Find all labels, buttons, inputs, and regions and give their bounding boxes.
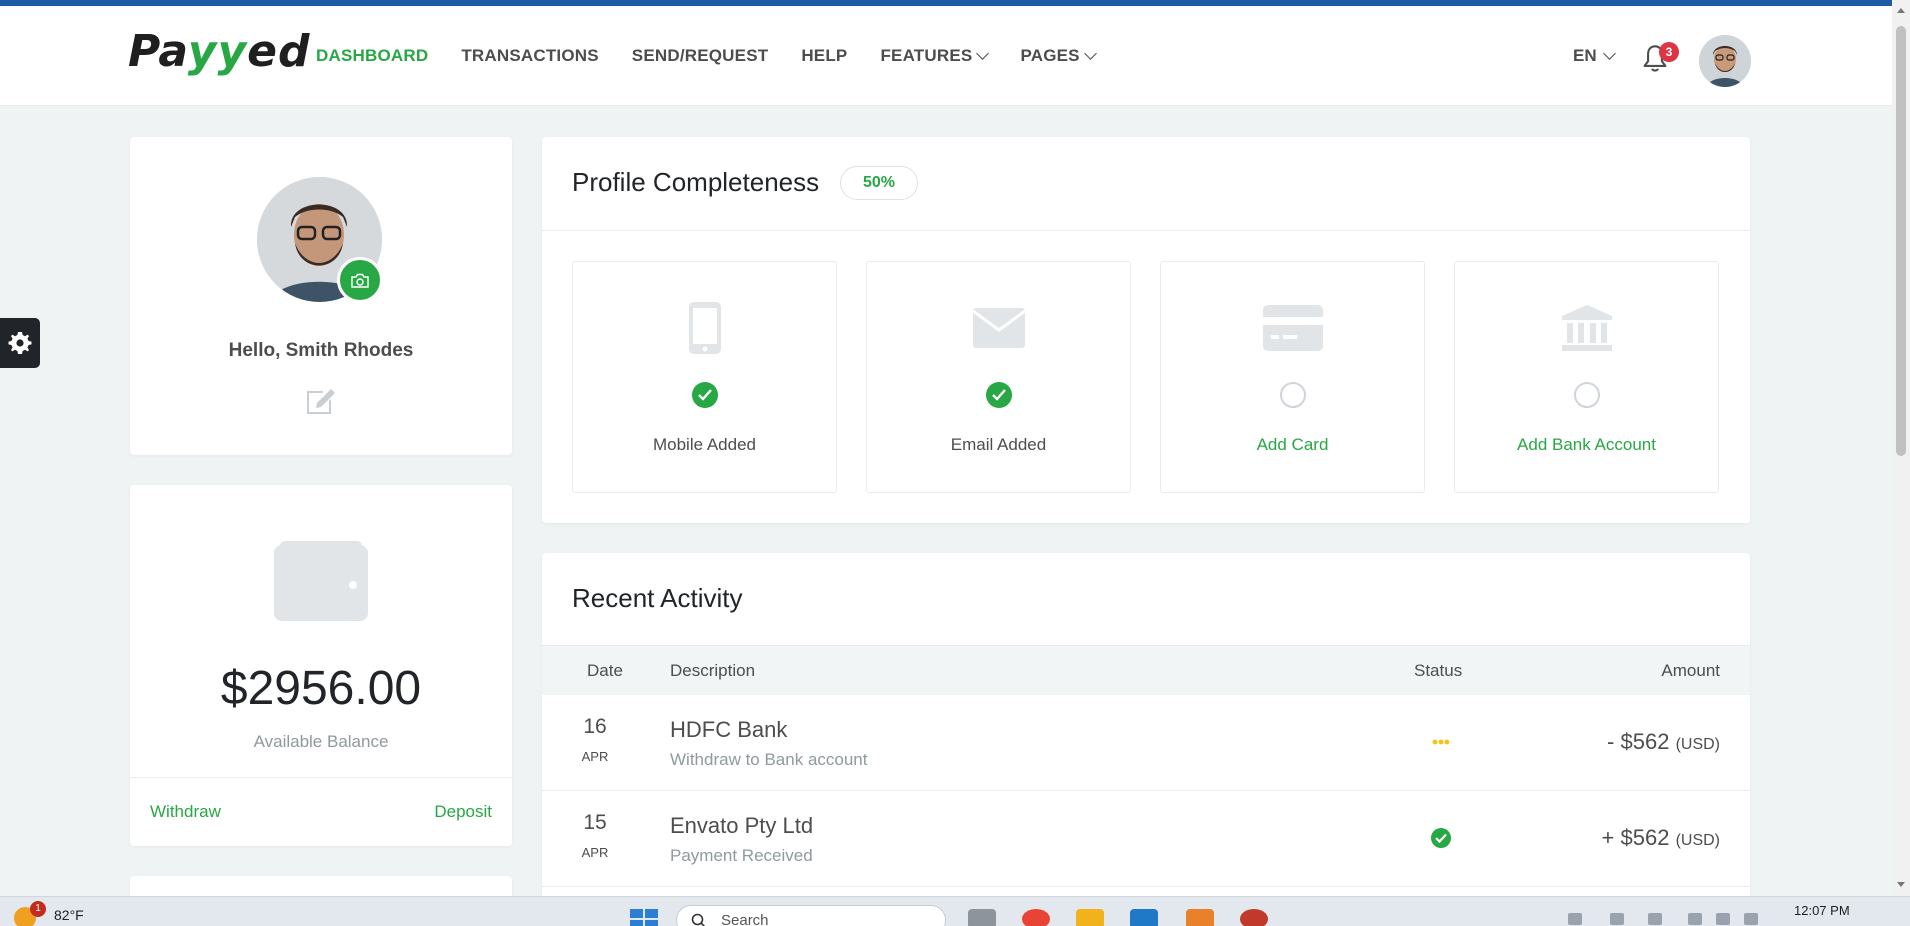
step-label: Mobile Added (652, 435, 757, 454)
transaction-description: Payment Received (670, 846, 813, 865)
step-mobile: Mobile Added (572, 261, 837, 493)
settings-toggle[interactable] (0, 318, 40, 368)
scrollbar-thumb[interactable] (1896, 26, 1906, 456)
tray-chevron-icon[interactable] (1568, 913, 1582, 925)
column-header-description: Description (670, 661, 756, 680)
transaction-day: 16 (583, 715, 607, 738)
transaction-amount: - $562 (USD) (1607, 729, 1720, 754)
completed-status-icon (1431, 828, 1451, 848)
available-balance-amount: $2956.00 (220, 662, 422, 715)
withdraw-link[interactable]: Withdraw (150, 802, 221, 822)
windows-start-icon[interactable] (630, 909, 658, 926)
balance-card: $2956.00 Available Balance Withdraw Depo… (130, 485, 512, 846)
gear-icon (8, 332, 32, 354)
language-selector[interactable]: EN (1573, 46, 1616, 66)
nav-features[interactable]: FEATURES (880, 46, 990, 66)
column-header-status: Status (1414, 661, 1463, 680)
check-circle-icon (985, 382, 1012, 408)
tray-app-icon[interactable] (1610, 913, 1624, 925)
tray-sync-icon[interactable] (1648, 913, 1662, 925)
chevron-down-icon (1602, 47, 1616, 60)
weather-badge: 1 (30, 901, 46, 917)
notification-count-badge: 3 (1659, 42, 1679, 62)
deposit-link[interactable]: Deposit (434, 802, 492, 822)
step-label: Email Added (950, 435, 1047, 454)
transaction-description: Withdraw to Bank account (670, 750, 868, 769)
site-header: Payyed DASHBOARD TRANSACTIONS SEND/REQUE… (0, 6, 1892, 106)
edit-icon[interactable] (305, 385, 337, 415)
empty-circle-icon (1573, 382, 1600, 408)
mobile-icon (688, 302, 721, 354)
transaction-day: 15 (583, 811, 607, 834)
wifi-icon[interactable] (1688, 913, 1702, 925)
profile-card: Hello, Smith Rhodes (130, 137, 512, 455)
divider (542, 230, 1750, 231)
transaction-name: Envato Pty Ltd (670, 813, 814, 838)
user-greeting: Hello, Smith Rhodes (228, 340, 414, 361)
empty-circle-icon (1279, 382, 1306, 408)
vscode-icon[interactable] (1130, 909, 1158, 926)
taskbar-search-placeholder: Search (721, 912, 769, 926)
add-bank-account-link[interactable]: Add Bank Account (1455, 435, 1718, 455)
weather-temperature[interactable]: 82°F (54, 907, 84, 923)
user-avatar[interactable] (1699, 35, 1751, 87)
transaction-amount: + $562 (USD) (1601, 825, 1720, 850)
transaction-month: APR (581, 845, 609, 860)
chevron-down-icon (976, 47, 990, 60)
nav-help[interactable]: HELP (801, 46, 847, 66)
transaction-name: HDFC Bank (670, 717, 788, 742)
nav-transactions[interactable]: TRANSACTIONS (461, 46, 598, 66)
battery-icon[interactable] (1744, 913, 1758, 925)
activity-table-header: Date Description Status Amount (542, 645, 1750, 695)
profile-completeness-title: Profile Completeness (572, 167, 820, 197)
completeness-percent-badge: 50% (840, 166, 918, 200)
task-view-icon[interactable] (968, 909, 996, 926)
profile-completeness-card: Profile Completeness 50% Mobile Added Em… (542, 137, 1750, 523)
os-taskbar: 1 82°F Search 12:07 PM (0, 896, 1910, 926)
wallet-icon (274, 541, 368, 621)
taskbar-clock[interactable]: 12:07 PM (1794, 903, 1850, 918)
recent-activity-card: Recent Activity Date Description Status … (542, 553, 1750, 926)
divider (130, 777, 512, 778)
app-icon[interactable] (1186, 909, 1214, 926)
transaction-month: APR (581, 749, 609, 764)
nav-dashboard[interactable]: DASHBOARD (316, 46, 428, 66)
brand-logo[interactable]: Payyed (128, 26, 311, 77)
change-photo-button[interactable] (337, 257, 383, 303)
column-header-date: Date (587, 661, 623, 680)
file-explorer-icon[interactable] (1076, 909, 1104, 926)
nav-pages[interactable]: PAGES (1020, 46, 1097, 66)
chrome-profile-icon[interactable] (1240, 909, 1268, 926)
envelope-icon (972, 308, 1025, 348)
scroll-down-arrow-icon[interactable] (1897, 882, 1905, 887)
taskbar-search[interactable]: Search (676, 905, 946, 926)
bank-icon (1561, 305, 1612, 351)
add-card-link[interactable]: Add Card (1161, 435, 1424, 455)
chevron-down-icon (1083, 47, 1097, 60)
table-row[interactable]: 15 APR Envato Pty Ltd Payment Received +… (542, 791, 1750, 887)
column-header-amount: Amount (1661, 661, 1720, 680)
credit-card-icon (1262, 305, 1323, 351)
recent-activity-title: Recent Activity (572, 583, 743, 613)
step-add-card[interactable]: Add Card (1160, 261, 1425, 493)
chrome-icon[interactable] (1022, 909, 1050, 926)
check-circle-icon (691, 382, 718, 408)
available-balance-label: Available Balance (253, 732, 389, 751)
main-nav: DASHBOARD TRANSACTIONS SEND/REQUEST HELP… (316, 46, 1097, 66)
step-email: Email Added (866, 261, 1131, 493)
scroll-up-arrow-icon[interactable] (1897, 8, 1905, 13)
search-icon (691, 913, 706, 926)
nav-send-request[interactable]: SEND/REQUEST (632, 46, 769, 66)
camera-icon (351, 273, 369, 288)
page-scrollbar[interactable] (1892, 0, 1910, 896)
volume-icon[interactable] (1716, 913, 1730, 925)
step-add-bank-account[interactable]: Add Bank Account (1454, 261, 1719, 493)
pending-status-icon (1432, 739, 1450, 745)
table-row[interactable]: 16 APR HDFC Bank Withdraw to Bank accoun… (542, 695, 1750, 791)
